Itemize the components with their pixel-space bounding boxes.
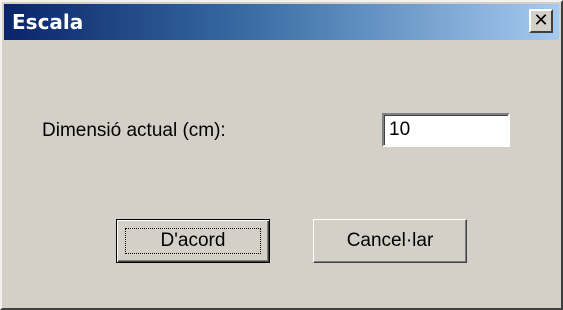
- close-icon: ✕: [533, 10, 549, 31]
- window-title: Escala: [12, 10, 84, 34]
- dimension-label: Dimensió actual (cm):: [42, 120, 226, 141]
- dialog-window: Escala ✕ Dimensió actual (cm): D'acord C…: [0, 0, 563, 310]
- dimension-input[interactable]: [382, 113, 510, 147]
- cancel-button[interactable]: Cancel·lar: [313, 219, 467, 263]
- cancel-button-label: Cancel·lar: [346, 230, 434, 251]
- ok-button-label: D'acord: [125, 228, 261, 254]
- title-bar[interactable]: Escala ✕: [4, 4, 559, 40]
- close-button[interactable]: ✕: [529, 9, 553, 33]
- ok-button[interactable]: D'acord: [116, 219, 270, 263]
